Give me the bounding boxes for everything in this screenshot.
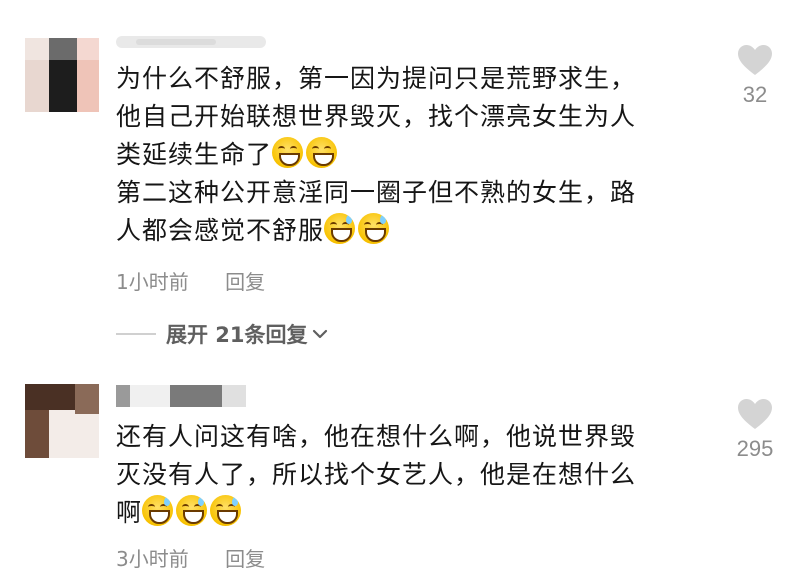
chevron-down-icon bbox=[312, 329, 327, 339]
heart-icon[interactable] bbox=[737, 44, 773, 76]
reply-button[interactable]: 回复 bbox=[225, 270, 265, 294]
like-button[interactable]: 32 bbox=[725, 44, 785, 108]
avatar[interactable] bbox=[25, 38, 99, 112]
grinning-face-emoji bbox=[306, 137, 338, 168]
comment-text: 为什么不舒服，第一因为提问只是荒野求生， 他自己开始联想世界毁灭，找个漂亮女生为… bbox=[116, 64, 637, 245]
grinning-sweat-emoji bbox=[176, 495, 208, 526]
expand-replies-label: 展开 21条回复 bbox=[166, 323, 308, 347]
reply-button[interactable]: 回复 bbox=[225, 547, 265, 571]
comment-time: 1小时前 bbox=[116, 270, 189, 294]
comment-meta: 3小时前 回复 bbox=[116, 543, 265, 572]
grinning-sweat-emoji bbox=[358, 213, 390, 244]
like-count: 295 bbox=[736, 436, 774, 461]
heart-icon[interactable] bbox=[737, 398, 773, 430]
comment-text: 还有人问这有啥，他在想什么啊，他说世界毁 灭没有人了，所以找个女艺人，他是在想什… bbox=[116, 422, 637, 527]
grinning-sweat-emoji bbox=[324, 213, 356, 244]
grinning-face-emoji bbox=[272, 137, 304, 168]
like-count: 32 bbox=[742, 82, 768, 107]
avatar[interactable] bbox=[25, 384, 99, 458]
username-blurred[interactable] bbox=[116, 385, 246, 407]
expand-replies-button[interactable]: 展开 21条回复 bbox=[116, 319, 328, 349]
comment-time: 3小时前 bbox=[116, 547, 189, 571]
like-button[interactable]: 295 bbox=[725, 398, 785, 462]
grinning-sweat-emoji bbox=[142, 495, 174, 526]
divider-line bbox=[116, 333, 156, 335]
comment-meta: 1小时前 回复 bbox=[116, 266, 265, 295]
username-blurred[interactable] bbox=[116, 30, 266, 52]
grinning-sweat-emoji bbox=[210, 495, 242, 526]
